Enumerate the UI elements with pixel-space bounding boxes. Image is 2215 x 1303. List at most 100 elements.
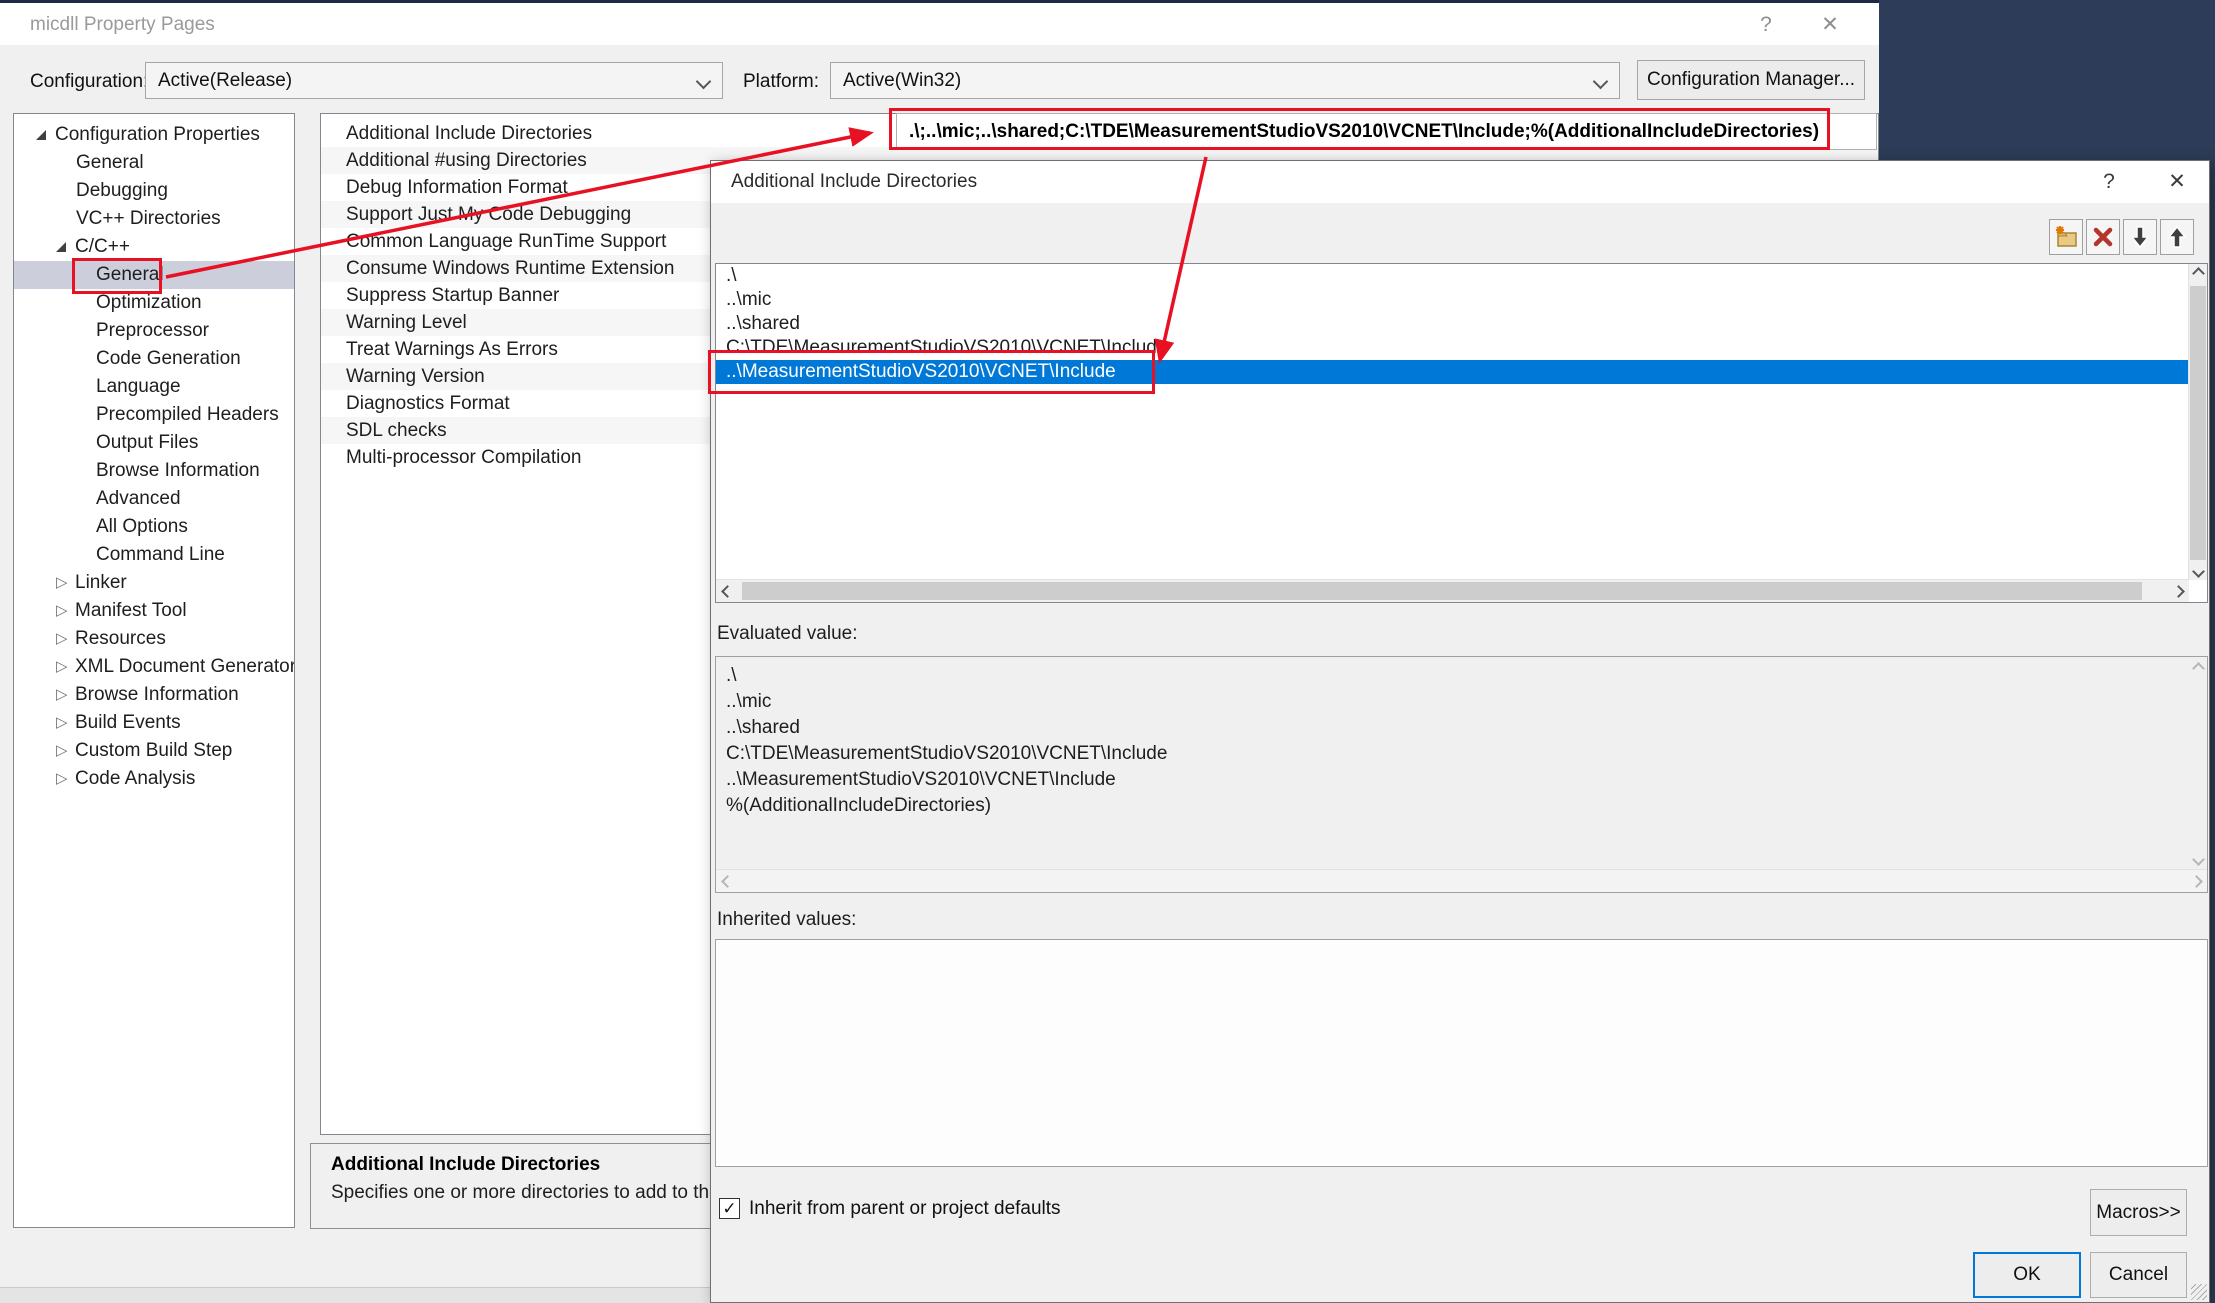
tree-item-xml-document-generator[interactable]: ▷XML Document Generator [14, 653, 294, 681]
directory-list-item[interactable]: C:\TDE\MeasurementStudioVS2010\VCNET\Inc… [716, 336, 2189, 360]
main-titlebar[interactable]: micdll Property Pages ? ✕ [0, 0, 1879, 45]
tree-item-code-generation[interactable]: Code Generation [14, 345, 294, 373]
directory-list-item[interactable]: ..\shared [716, 312, 2189, 336]
chevron-down-icon [696, 74, 712, 90]
macros-button[interactable]: Macros>> [2090, 1189, 2187, 1236]
tree-item-advanced[interactable]: Advanced [14, 485, 294, 513]
move-up-button[interactable] [2160, 219, 2194, 255]
vertical-scrollbar[interactable] [2188, 264, 2207, 580]
tree-item-output-files[interactable]: Output Files [14, 429, 294, 457]
new-line-icon [2054, 226, 2078, 248]
close-button[interactable]: ✕ [1812, 9, 1848, 41]
scroll-down-icon[interactable] [2189, 850, 2207, 868]
tree-item-custom-build-step[interactable]: ▷Custom Build Step [14, 737, 294, 765]
cancel-button[interactable]: Cancel [2090, 1252, 2187, 1298]
delete-button[interactable] [2086, 219, 2120, 255]
scroll-left-icon[interactable] [718, 872, 736, 890]
horizontal-scrollbar[interactable] [716, 579, 2189, 602]
popup-help-button[interactable]: ? [2089, 165, 2129, 199]
directory-list-item[interactable]: ..\MeasurementStudioVS2010\VCNET\Include [716, 360, 2189, 384]
tree-item-label: General [76, 152, 144, 173]
resize-grip[interactable] [2191, 1284, 2207, 1300]
tree-item-debugging[interactable]: Debugging [14, 177, 294, 205]
tree-item-label: Resources [75, 628, 166, 649]
vertical-scrollbar-thumb[interactable] [2190, 286, 2206, 560]
tree-item-general[interactable]: General [14, 149, 294, 177]
configuration-manager-button[interactable]: Configuration Manager... [1637, 60, 1865, 100]
expanded-triangle-icon[interactable] [56, 242, 66, 252]
tree-item-linker[interactable]: ▷Linker [14, 569, 294, 597]
screenshot-stage: micdll Property Pages ? ✕ Configuration:… [0, 0, 2215, 1303]
tree-item-preprocessor[interactable]: Preprocessor [14, 317, 294, 345]
move-down-icon [2129, 225, 2151, 249]
window-title: micdll Property Pages [30, 14, 215, 36]
collapsed-triangle-icon[interactable]: ▷ [56, 709, 68, 737]
scroll-right-icon[interactable] [2187, 872, 2205, 890]
evaluated-value-line: C:\TDE\MeasurementStudioVS2010\VCNET\Inc… [716, 741, 2207, 767]
collapsed-triangle-icon[interactable]: ▷ [56, 569, 68, 597]
collapsed-triangle-icon[interactable]: ▷ [56, 737, 68, 765]
directories-listbox[interactable]: .\..\mic..\sharedC:\TDE\MeasurementStudi… [715, 263, 2208, 603]
tree-item-configuration-properties[interactable]: Configuration Properties [14, 121, 294, 149]
tree-item-label: Code Analysis [75, 768, 195, 789]
inherit-checkbox[interactable]: ✓ [719, 1198, 740, 1219]
tree-item-c-c[interactable]: C/C++ [14, 233, 294, 261]
collapsed-triangle-icon[interactable]: ▷ [56, 681, 68, 709]
delete-icon [2092, 226, 2114, 248]
inherited-values-box[interactable] [715, 939, 2208, 1167]
horizontal-scrollbar-thumb[interactable] [742, 582, 2142, 600]
popup-title: Additional Include Directories [731, 171, 977, 193]
configuration-select[interactable]: Active(Release) [145, 62, 723, 99]
tree-item-vc-directories[interactable]: VC++ Directories [14, 205, 294, 233]
tree-item-command-line[interactable]: Command Line [14, 541, 294, 569]
move-down-button[interactable] [2123, 219, 2157, 255]
evaluated-value-line: ..\MeasurementStudioVS2010\VCNET\Include [716, 767, 2207, 793]
tree-item-label: All Options [96, 516, 188, 537]
scroll-left-icon[interactable] [718, 582, 736, 600]
popup-close-button[interactable]: ✕ [2157, 165, 2197, 199]
directory-list-item[interactable]: .\ [716, 264, 2189, 288]
collapsed-triangle-icon[interactable]: ▷ [56, 653, 68, 681]
configuration-tree[interactable]: Configuration Properties General Debugging… [13, 113, 295, 1228]
tree-item-label: Code Generation [96, 348, 241, 369]
tree-item-resources[interactable]: ▷ Resources [14, 625, 294, 653]
tree-item-precompiled-headers[interactable]: Precompiled Headers [14, 401, 294, 429]
scroll-down-icon[interactable] [2189, 562, 2207, 580]
popup-titlebar[interactable]: Additional Include Directories ? ✕ [711, 161, 2209, 203]
chevron-down-icon [1593, 74, 1609, 90]
tree-item-label: Advanced [96, 488, 181, 509]
help-button[interactable]: ? [1748, 9, 1784, 41]
tree-item-build-events[interactable]: ▷Build Events [14, 709, 294, 737]
tree-item-manifest-tool[interactable]: ▷Manifest Tool [14, 597, 294, 625]
ok-button[interactable]: OK [1973, 1252, 2081, 1298]
tree-item-label: C/C++ [75, 236, 130, 257]
move-up-icon [2166, 225, 2188, 249]
scroll-up-icon[interactable] [2189, 659, 2207, 677]
tree-item-code-analysis[interactable]: ▷ Code Analysis [14, 765, 294, 793]
additional-include-directories-value[interactable]: .\;..\mic;..\shared;C:\TDE\MeasurementSt… [896, 113, 1877, 150]
tree-item-all-options[interactable]: All Options [14, 513, 294, 541]
tree-item-optimization[interactable]: Optimization [14, 289, 294, 317]
scroll-up-icon[interactable] [2189, 264, 2207, 282]
expanded-triangle-icon[interactable] [36, 130, 46, 140]
tree-item-browse-information[interactable]: Browse Information [14, 457, 294, 485]
tree-item-label: General [96, 264, 164, 285]
tree-item-browse-information[interactable]: ▷ Browse Information [14, 681, 294, 709]
tree-item-language[interactable]: Language [14, 373, 294, 401]
tree-item-label: Language [96, 376, 181, 397]
horizontal-scrollbar[interactable] [716, 869, 2207, 892]
platform-select[interactable]: Active(Win32) [830, 62, 1620, 99]
collapsed-triangle-icon[interactable]: ▷ [56, 597, 68, 625]
scroll-right-icon[interactable] [2169, 582, 2187, 600]
directory-list-item[interactable]: ..\mic [716, 288, 2189, 312]
tree-item-label: Command Line [96, 544, 225, 565]
tree-item-label: Configuration Properties [55, 124, 260, 145]
tree-item-general[interactable]: General [14, 261, 294, 289]
new-line-button[interactable] [2049, 219, 2083, 255]
tree-item-label: Browse Information [75, 684, 239, 705]
platform-label: Platform: [743, 70, 819, 94]
collapsed-triangle-icon[interactable]: ▷ [56, 765, 68, 793]
collapsed-triangle-icon[interactable]: ▷ [56, 625, 68, 653]
evaluated-value-line: .\ [716, 663, 2207, 689]
directories-list-items: .\..\mic..\sharedC:\TDE\MeasurementStudi… [716, 264, 2207, 384]
